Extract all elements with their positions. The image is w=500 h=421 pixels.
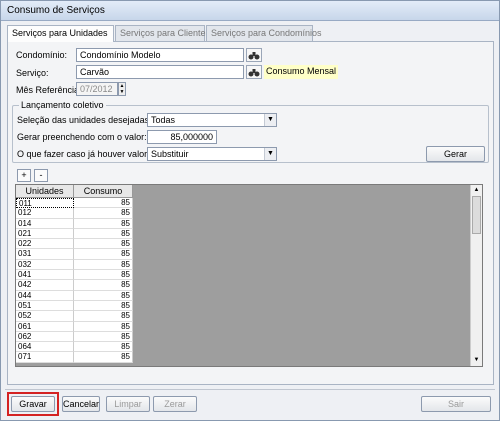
remove-row-button[interactable]: - [34, 169, 48, 182]
existing-label: O que fazer caso já houver valores? [17, 149, 162, 159]
tab-services-condos[interactable]: Serviços para Condomínios [206, 25, 322, 41]
chevron-down-icon: ▼ [264, 148, 276, 160]
column-header-unidades[interactable]: Unidades [16, 185, 74, 198]
unidade-cell[interactable]: 044 [16, 290, 74, 301]
selecao-select[interactable]: Todas ▼ [147, 113, 277, 127]
mes-label: Mês Referência: [16, 85, 82, 95]
grid-table: Unidades Consumo 011 85 012 85 014 85 021 85 022… [16, 185, 133, 363]
selecao-label: Seleção das unidades desejadas: [17, 115, 152, 125]
unidade-cell[interactable]: 042 [16, 280, 74, 291]
selecao-value: Todas [151, 115, 176, 125]
table-row[interactable]: 052 85 [16, 311, 133, 322]
unidade-cell[interactable]: 021 [16, 228, 74, 240]
consumo-cell[interactable]: 85 [74, 342, 133, 353]
table-row[interactable]: 042 85 [16, 280, 133, 291]
unidade-cell[interactable]: 011 [16, 198, 74, 209]
mes-spinner[interactable]: ▲ ▼ [118, 82, 126, 96]
gerar-valor-label: Gerar preenchendo com o valor: [17, 132, 147, 142]
batch-group: Lançamento coletivo Seleção das unidades… [12, 100, 489, 163]
consumo-cell[interactable]: 85 [74, 218, 133, 229]
consumo-cell[interactable]: 85 [74, 352, 133, 363]
servico-label: Serviço: [16, 68, 49, 78]
binoculars-icon [248, 51, 260, 59]
grid-scrollbar[interactable]: ▲ ▼ [470, 185, 482, 366]
scroll-down-icon[interactable]: ▼ [471, 355, 482, 366]
gerar-valor-field[interactable]: 85,000000 [147, 130, 217, 144]
condominio-label: Condomínio: [16, 50, 68, 60]
column-header-consumo[interactable]: Consumo [74, 185, 133, 198]
gravar-button[interactable]: Gravar [11, 396, 55, 412]
unidade-cell[interactable]: 064 [16, 342, 74, 353]
tab-services-units[interactable]: Serviços para Unidades [7, 25, 114, 42]
consumo-cell[interactable]: 85 [74, 311, 133, 322]
servico-search-button[interactable] [246, 65, 262, 79]
servico-hint: Consumo Mensal [264, 65, 339, 79]
services-window: Consumo de Serviços Serviços para Unidad… [0, 0, 500, 421]
table-row[interactable]: 012 85 [16, 208, 133, 219]
grid-body: 011 85 012 85 014 85 021 85 022 85 031 85 032 85 041 85… [16, 198, 133, 363]
zerar-button[interactable]: Zerar [153, 396, 197, 412]
window-title: Consumo de Serviços [1, 1, 499, 21]
consumo-cell[interactable]: 85 [74, 280, 133, 291]
table-row[interactable]: 031 85 [16, 249, 133, 260]
table-row[interactable]: 062 85 [16, 331, 133, 343]
consumo-cell[interactable]: 85 [74, 290, 133, 301]
unidade-cell[interactable]: 052 [16, 311, 74, 322]
table-row[interactable]: 044 85 [16, 290, 133, 301]
unidade-cell[interactable]: 022 [16, 239, 74, 250]
consumo-cell[interactable]: 85 [74, 270, 133, 281]
unidade-cell[interactable]: 031 [16, 249, 74, 260]
unidade-cell[interactable]: 062 [16, 331, 74, 343]
consumo-cell[interactable]: 85 [74, 259, 133, 271]
footer-separator [5, 389, 495, 390]
existing-select[interactable]: Substituir ▼ [147, 147, 277, 161]
table-row[interactable]: 032 85 [16, 259, 133, 271]
tab-panel: Condomínio: Condomínio Modelo Serviço: C… [7, 41, 494, 385]
table-row[interactable]: 022 85 [16, 239, 133, 250]
mes-field[interactable]: 07/2012 [76, 82, 118, 96]
table-row[interactable]: 014 85 [16, 218, 133, 229]
scroll-thumb[interactable] [472, 196, 481, 234]
batch-group-title: Lançamento coletivo [19, 100, 106, 110]
grid-header: Unidades Consumo [16, 185, 133, 198]
consumo-cell[interactable]: 85 [74, 228, 133, 240]
cancelar-button[interactable]: Cancelar [62, 396, 100, 412]
consumo-cell[interactable]: 85 [74, 198, 133, 209]
table-row[interactable]: 061 85 [16, 321, 133, 332]
unidade-cell[interactable]: 041 [16, 270, 74, 281]
add-row-button[interactable]: + [17, 169, 31, 182]
gerar-button[interactable]: Gerar [426, 146, 485, 162]
consumo-cell[interactable]: 85 [74, 208, 133, 219]
table-row[interactable]: 021 85 [16, 228, 133, 240]
unidade-cell[interactable]: 071 [16, 352, 74, 363]
consumo-cell[interactable]: 85 [74, 239, 133, 250]
table-row[interactable]: 041 85 [16, 270, 133, 281]
tab-services-clients[interactable]: Serviços para Clientes [115, 25, 210, 41]
unidade-cell[interactable]: 032 [16, 259, 74, 271]
chevron-down-icon: ▼ [264, 114, 276, 126]
sair-button[interactable]: Sair [421, 396, 491, 412]
consumo-cell[interactable]: 85 [74, 331, 133, 343]
existing-value: Substituir [151, 149, 189, 159]
binoculars-icon [248, 68, 260, 76]
limpar-button[interactable]: Limpar [106, 396, 150, 412]
table-row[interactable]: 071 85 [16, 352, 133, 363]
consumo-cell[interactable]: 85 [74, 249, 133, 260]
servico-field[interactable]: Carvão [76, 65, 244, 79]
scroll-up-icon[interactable]: ▲ [471, 185, 482, 196]
table-row[interactable]: 064 85 [16, 342, 133, 353]
table-row[interactable]: 011 85 [16, 198, 133, 209]
unidade-cell[interactable]: 014 [16, 218, 74, 229]
unidade-cell[interactable]: 061 [16, 321, 74, 332]
condominio-field[interactable]: Condomínio Modelo [76, 48, 244, 62]
consumo-cell[interactable]: 85 [74, 321, 133, 332]
table-row[interactable]: 051 85 [16, 300, 133, 312]
consumption-grid: Unidades Consumo 011 85 012 85 014 85 021 85 022… [15, 184, 483, 367]
unidade-cell[interactable]: 012 [16, 208, 74, 219]
unidade-cell[interactable]: 051 [16, 300, 74, 312]
condominio-search-button[interactable] [246, 48, 262, 62]
consumo-cell[interactable]: 85 [74, 300, 133, 312]
